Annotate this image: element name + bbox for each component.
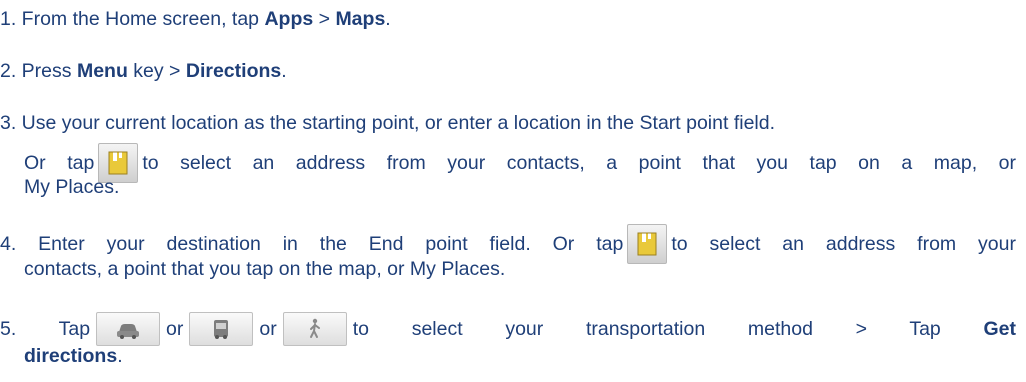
- step-3: 3. Use your current location as the star…: [0, 110, 1020, 137]
- step-2-text: 2. Press: [0, 60, 77, 82]
- step-5-text: to select your transportation method > T…: [352, 318, 941, 340]
- step-5-or-2: or: [259, 318, 277, 340]
- step-4-select-text: to select an address from your: [671, 233, 1016, 255]
- step-2-mid: key >: [127, 60, 186, 82]
- get-label: Get: [983, 318, 1016, 340]
- step-3-line-2: Or tap to select an address from your con…: [24, 142, 1017, 183]
- step-2: 2. Press Menu key > Directions.: [0, 58, 287, 85]
- bus-icon: [189, 311, 254, 346]
- step-2-period: .: [281, 60, 287, 82]
- step-1-period: .: [385, 8, 391, 30]
- car-icon: [96, 311, 161, 346]
- step-4-line-1: 4. Enter your destination in the End poi…: [0, 223, 1016, 264]
- step-3-line-3: My Places.: [24, 176, 120, 198]
- step-5-tap: 5. Tap: [0, 318, 91, 340]
- apps-label: Apps: [264, 8, 314, 30]
- instructions-document: 1. From the Home screen, tap Apps > Maps…: [0, 0, 1026, 382]
- step-3-line-1: 3. Use your current location as the star…: [0, 112, 776, 134]
- step-5-or-1: or: [166, 318, 184, 340]
- walking-icon: [282, 311, 347, 346]
- step-3-select-text: to select an address from your contacts,…: [142, 152, 1017, 174]
- step-1-separator: >: [313, 8, 336, 30]
- step-4-text: 4. Enter your destination in the End poi…: [0, 233, 624, 255]
- step-5-period: .: [117, 345, 123, 367]
- step-3-or-tap: Or tap: [24, 152, 95, 174]
- step-5-line-2: directions.: [24, 343, 123, 370]
- step-5-line-1: 5. Tap or or to select your transportation …: [0, 311, 1016, 346]
- step-4-line-2: contacts, a point that you tap on the ma…: [24, 258, 506, 280]
- menu-label: Menu: [76, 60, 128, 82]
- step-1-text: 1. From the Home screen, tap: [0, 8, 265, 30]
- directions-label: Directions: [185, 60, 282, 82]
- maps-label: Maps: [335, 8, 386, 30]
- contact-picker-icon: [627, 223, 668, 264]
- step-1: 1. From the Home screen, tap Apps > Maps…: [0, 6, 391, 33]
- directions-bold-label: directions: [24, 345, 118, 367]
